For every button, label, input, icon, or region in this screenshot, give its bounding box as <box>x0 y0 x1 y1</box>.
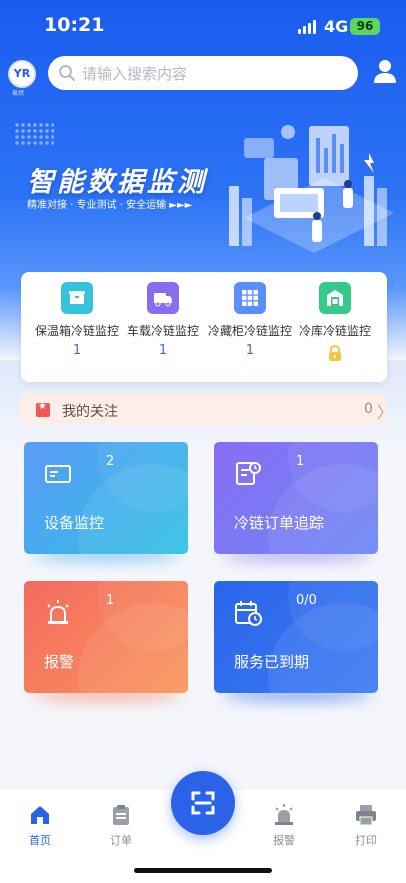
search-input[interactable]: 请输入搜索内容 <box>48 56 358 90</box>
category-label: 冷库冷链监控 <box>298 324 371 338</box>
nav-label: 报警 <box>273 834 295 847</box>
warehouse-icon <box>319 282 351 314</box>
category-label: 冷藏柜冷链监控 <box>207 324 292 338</box>
printer-icon <box>356 805 376 826</box>
box-icon <box>61 282 93 314</box>
nav-label: 打印 <box>355 834 377 847</box>
app-logo: YR <box>8 60 36 88</box>
category-cold-storage[interactable]: 冷库冷链监控 <box>289 282 381 365</box>
truck-icon <box>147 282 179 314</box>
order-track-icon <box>236 462 261 485</box>
tile-order-tracking[interactable]: 1 冷链订单追踪 <box>214 442 378 554</box>
nav-item-print[interactable]: 打印 <box>346 804 386 848</box>
tile-count: 1 <box>296 454 305 469</box>
user-icon[interactable] <box>372 58 398 84</box>
home-indicator <box>134 868 272 873</box>
status-time: 10:21 <box>44 14 105 36</box>
follow-count: 0 <box>364 401 373 417</box>
calendar-icon <box>235 601 262 626</box>
category-label: 车载冷链监控 <box>126 324 199 338</box>
nav-item-orders[interactable]: 订单 <box>101 804 141 848</box>
monitor-category-card: 保温箱冷链监控 1 车载冷链监控 1 冷藏柜冷链监控 1 冷库冷链监控 <box>21 272 387 382</box>
tile-count: 1 <box>106 593 115 608</box>
scan-icon <box>191 791 215 815</box>
category-fridge-cabinet[interactable]: 冷藏柜冷链监控 1 <box>204 282 296 358</box>
category-count: 1 <box>72 343 82 358</box>
tile-label: 报警 <box>44 653 75 671</box>
search-placeholder: 请输入搜索内容 <box>82 65 188 83</box>
lock-icon <box>329 344 341 361</box>
banner-subtitle: 精准对接 · 专业测试 · 安全运输 ►►► <box>27 200 193 211</box>
decorative-dots <box>14 122 54 146</box>
tile-device-monitor[interactable]: 2 设备监控 <box>24 442 188 554</box>
category-count: 1 <box>245 343 255 358</box>
nav-item-home[interactable]: 首页 <box>20 804 60 848</box>
chevron-right-icon: 〉 <box>377 403 394 422</box>
tile-label: 设备监控 <box>44 514 105 532</box>
search-icon <box>59 65 75 81</box>
follow-label: 我的关注 <box>62 404 118 420</box>
nav-label: 订单 <box>110 834 132 847</box>
scan-button[interactable] <box>171 771 235 835</box>
battery-icon: 96 <box>350 18 380 35</box>
device-icon <box>45 465 71 483</box>
tile-label: 服务已到期 <box>234 653 310 671</box>
star-icon <box>36 401 50 417</box>
category-insulated-box[interactable]: 保温箱冷链监控 1 <box>31 282 123 358</box>
app-logo-subtitle: 易然 <box>12 90 25 97</box>
tile-service-expired[interactable]: 0/0 服务已到期 <box>214 581 378 693</box>
tile-label: 冷链订单追踪 <box>234 514 325 532</box>
banner-title: 智能数据监测 <box>27 167 207 198</box>
tile-alarm[interactable]: 1 报警 <box>24 581 188 693</box>
category-vehicle[interactable]: 车载冷链监控 1 <box>117 282 209 358</box>
home-icon <box>31 806 49 824</box>
signal-icon <box>298 20 318 34</box>
category-label: 保温箱冷链监控 <box>34 324 119 338</box>
clipboard-icon <box>113 805 129 825</box>
network-type: 4G <box>324 17 349 36</box>
nav-item-alarm[interactable]: 报警 <box>264 804 304 848</box>
tile-count: 2 <box>106 454 115 469</box>
tile-count: 0/0 <box>296 593 317 608</box>
category-count: 1 <box>158 343 168 358</box>
siren-icon <box>275 804 293 825</box>
nav-label: 首页 <box>29 834 51 847</box>
cabinet-icon <box>234 282 266 314</box>
status-bar: 10:21 4G 96 <box>0 0 406 48</box>
my-follow-bar[interactable]: 我的关注 0 〉 <box>20 393 393 425</box>
alarm-icon <box>47 600 69 624</box>
data-monitoring-illustration <box>229 125 394 253</box>
